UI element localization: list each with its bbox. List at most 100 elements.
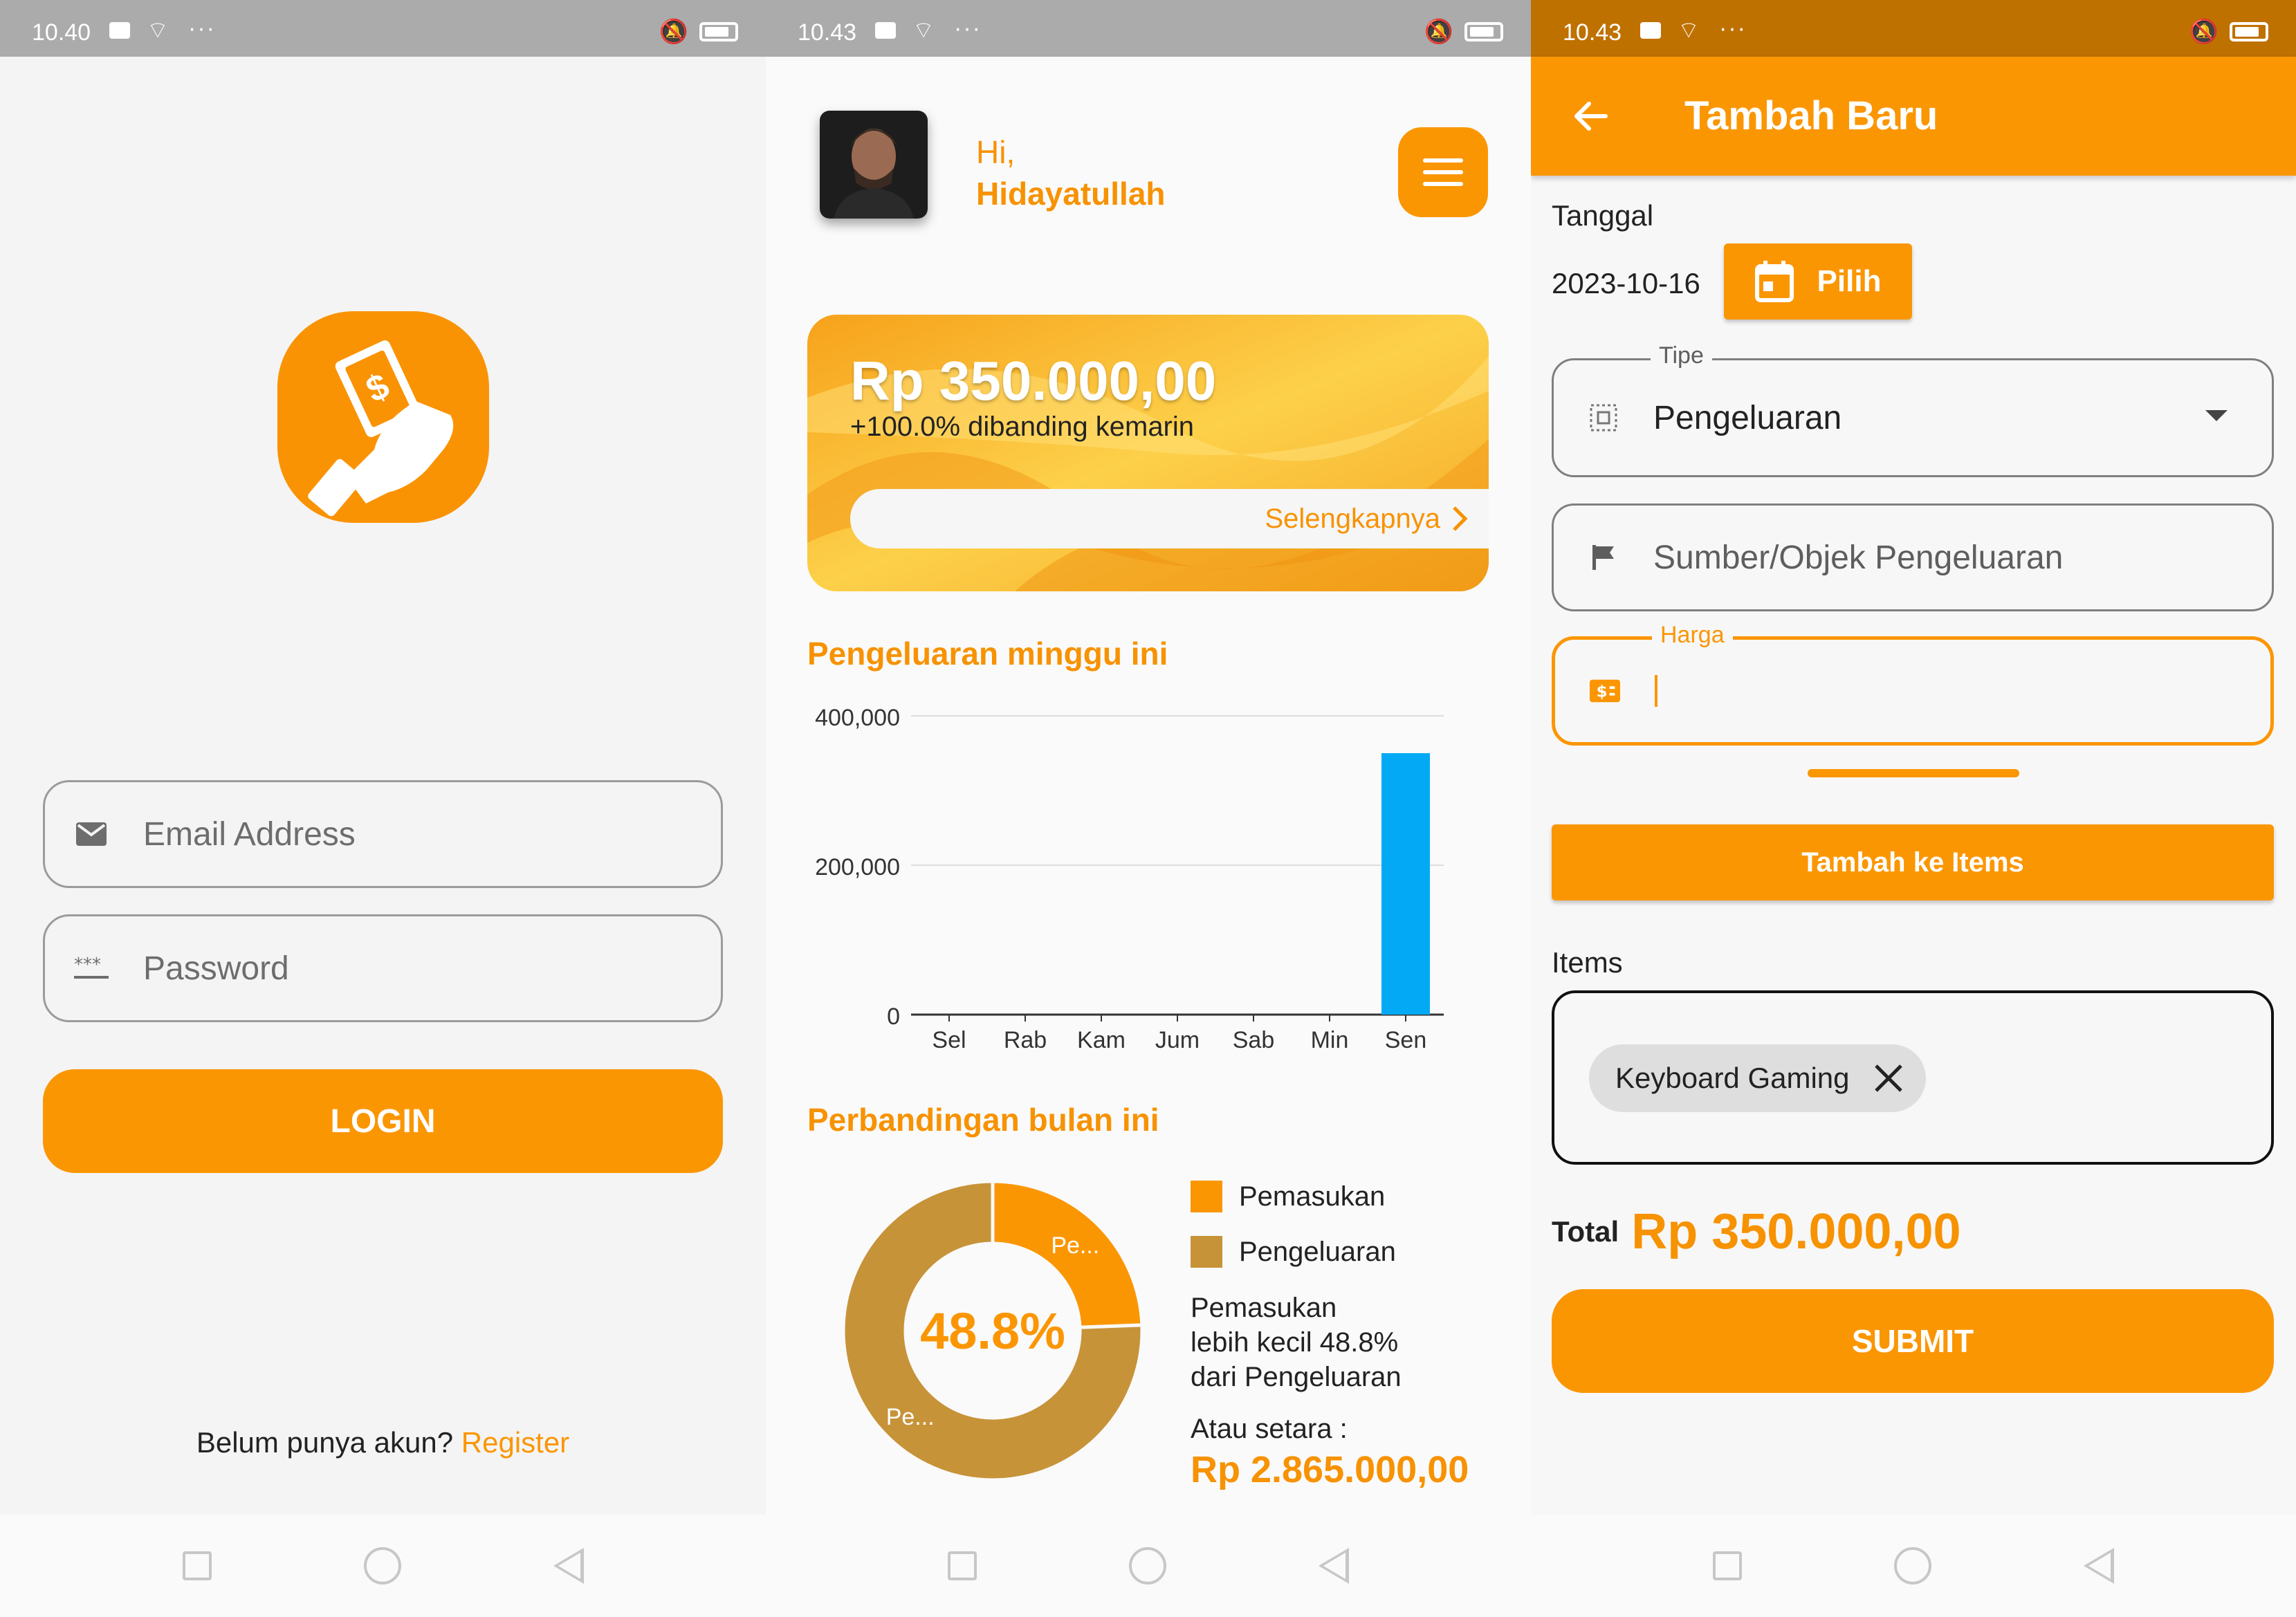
add-to-items-button[interactable]: Tambah ke Items <box>1552 824 2274 900</box>
no-account-text: Belum punya akun? <box>196 1426 454 1459</box>
pick-date-button[interactable]: Pilih <box>1724 243 1912 320</box>
items-box: Keyboard Gaming <box>1552 990 2274 1165</box>
status-bar: 10.43 ⌔ ··· 🔕 <box>1531 0 2296 57</box>
price-field[interactable]: Harga $ <box>1552 622 2274 746</box>
legend-item-expense: Pengeluaran <box>1191 1224 1396 1279</box>
page-title: Tambah Baru <box>1684 93 1938 138</box>
x-tick-label: Sel <box>932 1027 966 1053</box>
wifi-icon: ⌔ <box>1678 17 1700 44</box>
note-line: Pemasukan <box>1191 1293 1337 1323</box>
system-nav-bar <box>0 1515 766 1617</box>
menu-button[interactable] <box>1398 127 1488 217</box>
recents-icon[interactable] <box>948 1551 977 1580</box>
donut-slice-label: Pe... <box>1051 1232 1099 1259</box>
money-hand-icon: $ <box>308 340 454 517</box>
monthly-title: Perbandingan bulan ini <box>807 1102 1159 1138</box>
monthly-donut-chart: Pe... Pe... 48.8% <box>841 1179 1144 1482</box>
wifi-icon: ⌔ <box>147 17 169 44</box>
legend-swatch-expense <box>1191 1236 1222 1268</box>
weekly-title: Pengeluaran minggu ini <box>807 636 1168 672</box>
login-screen: 10.40 ⌔ ··· 🔕 $ Email Address *** Passwo… <box>0 0 766 1617</box>
source-field[interactable]: Sumber/Objek Pengeluaran <box>1552 503 2274 611</box>
recents-icon[interactable] <box>182 1551 212 1580</box>
email-placeholder: Email Address <box>143 815 356 853</box>
notification-icon <box>109 22 130 39</box>
type-legend: Tipe <box>1651 342 1712 369</box>
legend-label-expense: Pengeluaran <box>1239 1236 1396 1267</box>
more-notifications-icon: ··· <box>188 15 216 41</box>
password-placeholder: Password <box>143 950 289 987</box>
equivalent-label: Atau setara : <box>1191 1414 1348 1444</box>
total-value: Rp 350.000,00 <box>1631 1204 1961 1259</box>
notification-icon <box>875 22 896 39</box>
x-tick-label: Sen <box>1385 1027 1427 1053</box>
mute-icon: 🔕 <box>2189 19 2219 45</box>
system-nav-bar <box>766 1515 1531 1617</box>
back-nav-icon[interactable] <box>1319 1548 1349 1584</box>
balance-comparison: +100.0% dibanding kemarin <box>850 412 1195 442</box>
home-icon[interactable] <box>363 1547 401 1584</box>
password-field[interactable]: *** Password <box>43 914 723 1022</box>
wifi-icon: ⌔ <box>912 17 935 44</box>
type-value: Pengeluaran <box>1653 399 1842 436</box>
pick-date-label: Pilih <box>1817 264 1882 298</box>
status-time: 10.43 <box>798 19 857 46</box>
note-line: lebih kecil 48.8% <box>1191 1327 1399 1358</box>
app-logo: $ <box>277 311 489 523</box>
date-label: Tanggal <box>1552 199 1654 232</box>
submit-button[interactable]: SUBMIT <box>1552 1289 2274 1393</box>
price-icon: $ <box>1590 679 1620 703</box>
system-nav-bar <box>1531 1515 2296 1617</box>
x-tick-label: Min <box>1311 1027 1349 1053</box>
y-tick-label: 400,000 <box>815 705 900 731</box>
close-icon[interactable] <box>1873 1063 1904 1093</box>
total-label: Total <box>1552 1215 1619 1248</box>
note-line: dari Pengeluaran <box>1191 1362 1402 1392</box>
menu-icon <box>1423 158 1463 163</box>
greeting-hi: Hi, <box>976 134 1016 170</box>
dashboard-screen: 10.43 ⌔ ··· 🔕 Hi, Hidayatullah Rp 350.00… <box>766 0 1531 1617</box>
back-nav-icon[interactable] <box>553 1548 584 1584</box>
back-nav-icon[interactable] <box>2084 1548 2114 1584</box>
y-tick-label: 0 <box>887 1004 900 1030</box>
login-button[interactable]: LOGIN <box>43 1069 723 1173</box>
x-tick-label: Jum <box>1155 1027 1200 1053</box>
legend-label-income: Pemasukan <box>1239 1181 1386 1212</box>
more-link: Selengkapnya <box>1265 503 1440 534</box>
donut-legend: Pemasukan Pengeluaran <box>1191 1169 1396 1279</box>
donut-center-text: 48.8% <box>920 1302 1065 1360</box>
home-icon[interactable] <box>1894 1547 1931 1584</box>
register-link[interactable]: Register <box>461 1426 569 1459</box>
battery-icon <box>1464 22 1503 41</box>
dropdown-arrow-icon <box>2205 410 2228 421</box>
donut-slice-label: Pe... <box>886 1404 935 1430</box>
x-tick-label: Sab <box>1233 1027 1275 1053</box>
type-dropdown[interactable]: Tipe Pengeluaran <box>1552 342 2274 477</box>
status-bar: 10.43 ⌔ ··· 🔕 <box>766 0 1531 57</box>
bar-sen <box>1381 753 1430 1015</box>
greeting: Hi, Hidayatullah <box>976 131 1166 214</box>
profile-photo <box>820 111 928 219</box>
status-time: 10.40 <box>32 19 91 46</box>
user-name: Hidayatullah <box>976 176 1166 212</box>
price-legend: Harga <box>1652 622 1733 649</box>
back-arrow-icon[interactable] <box>1570 95 1611 137</box>
type-icon <box>1588 403 1619 432</box>
chevron-right-icon <box>1453 506 1468 531</box>
item-chip: Keyboard Gaming <box>1589 1044 1926 1112</box>
more-notifications-icon: ··· <box>954 15 982 41</box>
notification-icon <box>1640 22 1661 39</box>
x-tick-label: Kam <box>1077 1027 1126 1053</box>
flag-icon <box>1588 544 1619 571</box>
avatar[interactable] <box>820 111 928 219</box>
screens: 10.40 ⌔ ··· 🔕 $ Email Address *** Passwo… <box>0 0 2296 1617</box>
more-link-bar[interactable]: Selengkapnya <box>850 489 1489 548</box>
home-icon[interactable] <box>1129 1547 1166 1584</box>
weekly-bar-chart: 400,000 200,000 0 Sel Rab Kam Jum Sab Min Sen <box>815 705 1444 1053</box>
drag-handle[interactable] <box>1808 769 2019 777</box>
battery-icon <box>699 22 738 41</box>
equivalent-value: Rp 2.865.000,00 <box>1191 1449 1469 1490</box>
email-field[interactable]: Email Address <box>43 780 723 888</box>
recents-icon[interactable] <box>1713 1551 1742 1580</box>
balance-card: Rp 350.000,00 +100.0% dibanding kemarin … <box>807 315 1489 591</box>
